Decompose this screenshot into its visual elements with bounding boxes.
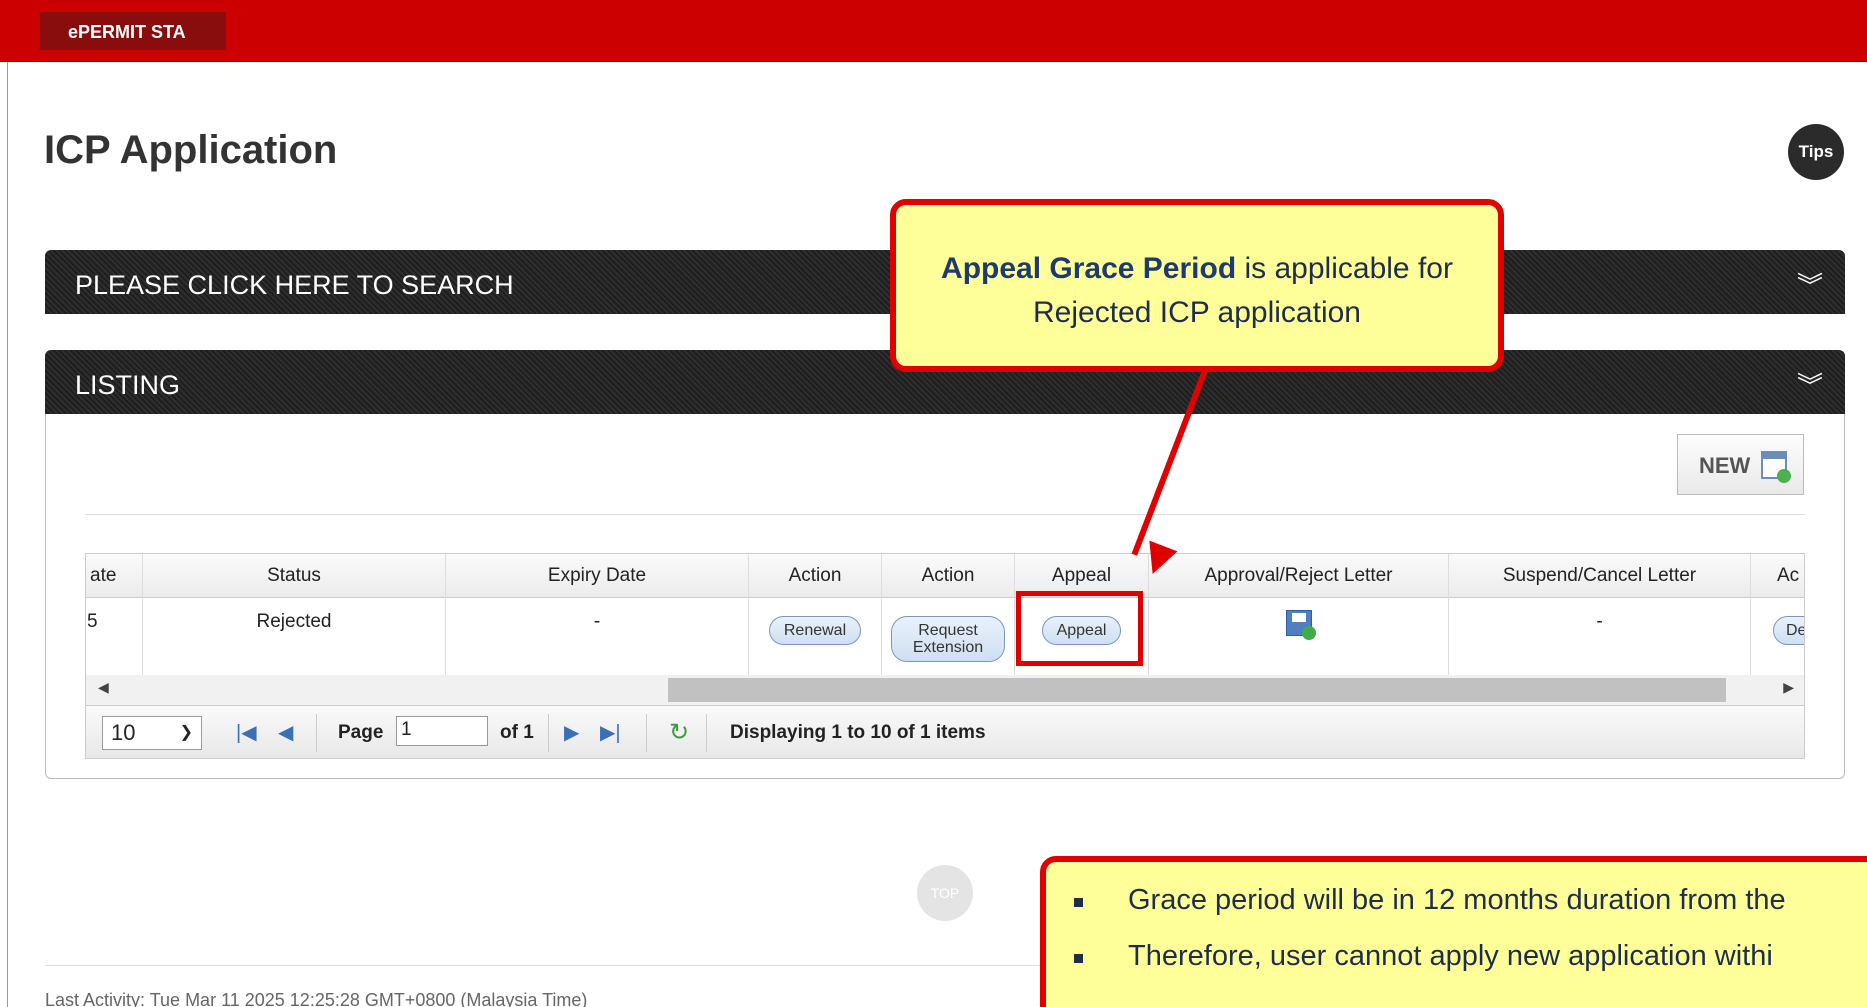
column-header-suspend-letter[interactable]: Suspend/Cancel Letter (1449, 554, 1751, 598)
last-activity-text: Last Activity: Tue Mar 11 2025 12:25:28 … (45, 990, 588, 1007)
column-header-approval-letter[interactable]: Approval/Reject Letter (1149, 554, 1449, 598)
cell-last-action: De (1751, 598, 1804, 675)
column-header-action-partial[interactable]: Ac (1751, 554, 1804, 598)
last-page-icon[interactable]: ▶| (600, 720, 621, 745)
page-number-input[interactable]: 1 (396, 716, 488, 746)
listing-table: ate Status Expiry Date Action Action App… (85, 553, 1805, 675)
scroll-left-icon[interactable]: ◀ (98, 679, 109, 696)
next-page-icon[interactable]: ▶ (564, 720, 579, 745)
cell-extension: Request Extension (882, 598, 1015, 675)
renewal-button[interactable]: Renewal (768, 616, 862, 645)
display-summary: Displaying 1 to 10 of 1 items (730, 722, 986, 743)
refresh-icon[interactable]: ↻ (669, 718, 689, 747)
column-header-status[interactable]: Status (143, 554, 446, 598)
cell-expiry-date: - (446, 598, 749, 675)
appeal-highlight-box (1016, 591, 1143, 666)
divider (646, 714, 647, 752)
divider (548, 714, 549, 752)
chevron-down-icon: ❯ (179, 724, 193, 741)
cell-suspend-letter: - (1449, 598, 1751, 675)
top-bar: ePERMIT STA (0, 0, 1867, 62)
page-size-value: 10 (111, 720, 136, 745)
page-size-select[interactable]: 10 ❯ (102, 716, 202, 750)
table-header: ate Status Expiry Date Action Action App… (86, 554, 1804, 598)
new-button[interactable]: NEW (1677, 434, 1804, 495)
double-chevron-down-icon[interactable]: ︾ (1797, 266, 1823, 303)
divider (85, 514, 1805, 515)
column-header-date[interactable]: ate (86, 554, 143, 598)
pagination-bar: 10 ❯ |◀ ◀ Page 1 of 1 ▶ ▶| ↻ Displaying … (85, 705, 1805, 759)
cell-approval-letter (1149, 598, 1449, 675)
request-extension-button[interactable]: Request Extension (891, 616, 1005, 662)
double-chevron-down-icon[interactable]: ︾ (1797, 366, 1823, 403)
callout-bullet: Grace period will be in 12 months durati… (1072, 884, 1867, 940)
divider (316, 714, 317, 752)
callout-bullet: Therefore, user cannot apply new applica… (1072, 940, 1867, 996)
scroll-right-icon[interactable]: ▶ (1783, 679, 1794, 696)
first-page-icon[interactable]: |◀ (236, 720, 257, 745)
column-header-action[interactable]: Action (749, 554, 882, 598)
previous-page-icon[interactable]: ◀ (278, 720, 293, 745)
back-to-top-button[interactable]: TOP (917, 865, 973, 921)
page-title: ICP Application (44, 128, 338, 172)
save-document-icon[interactable] (1285, 610, 1316, 640)
grace-period-callout: Grace period will be in 12 months durati… (1040, 856, 1867, 1007)
page-label: Page (338, 722, 384, 743)
new-button-label: NEW (1699, 453, 1751, 478)
page-count-label: of 1 (500, 722, 534, 743)
cell-date: 5 (86, 598, 143, 675)
tips-button[interactable]: Tips (1788, 124, 1844, 180)
brand-tab[interactable]: ePERMIT STA (40, 12, 226, 50)
new-document-icon (1761, 451, 1791, 483)
search-panel-title: PLEASE CLICK HERE TO SEARCH (75, 270, 514, 300)
partial-action-button[interactable]: De (1773, 616, 1804, 645)
column-header-action[interactable]: Action (882, 554, 1015, 598)
horizontal-scrollbar[interactable]: ◀ ▶ (85, 675, 1805, 705)
cell-renewal: Renewal (749, 598, 882, 675)
listing-panel-title: LISTING (75, 370, 181, 400)
scrollbar-thumb[interactable] (668, 678, 1726, 702)
frame-border (7, 62, 8, 1007)
footer-divider (45, 965, 1045, 966)
callout-bold-text: Appeal Grace Period (941, 252, 1237, 285)
column-header-expiry-date[interactable]: Expiry Date (446, 554, 749, 598)
appeal-grace-callout: Appeal Grace Period is applicable for Re… (890, 199, 1504, 372)
cell-status: Rejected (143, 598, 446, 675)
divider (706, 714, 707, 752)
